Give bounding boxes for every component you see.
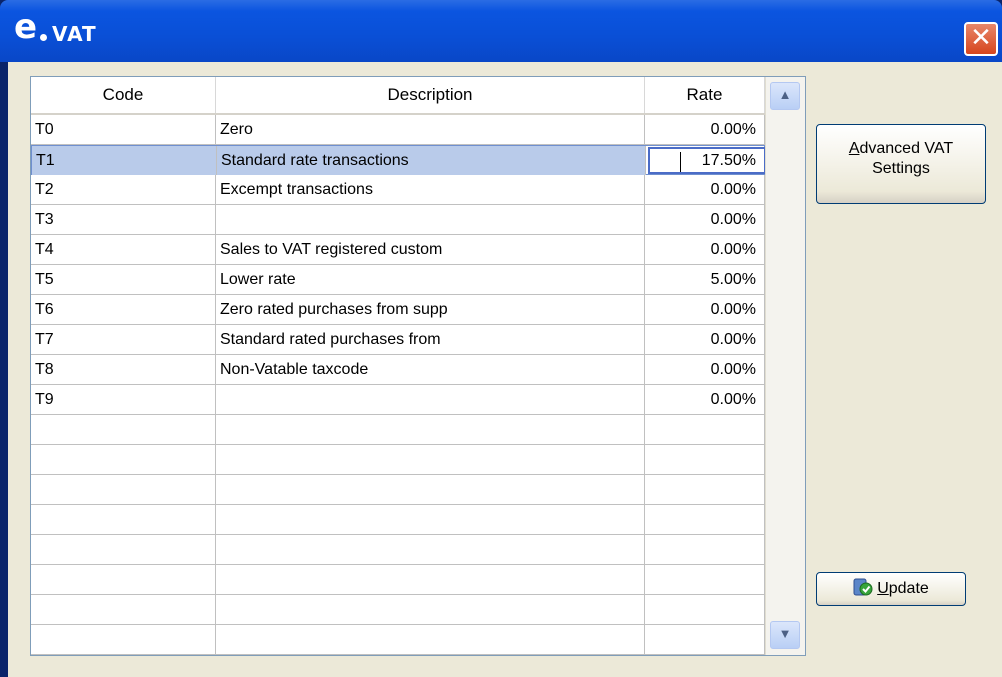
code-cell[interactable] xyxy=(31,505,216,534)
table-row[interactable]: T5 Lower rate 5.00% xyxy=(31,265,765,295)
empty-table-row[interactable] xyxy=(31,625,765,655)
code-cell[interactable]: T6 xyxy=(31,295,216,324)
code-cell[interactable]: T8 xyxy=(31,355,216,384)
table-row[interactable]: T6 Zero rated purchases from supp 0.00% xyxy=(31,295,765,325)
empty-table-row[interactable] xyxy=(31,565,765,595)
table-row[interactable]: T3 0.00% xyxy=(31,205,765,235)
scroll-up-button[interactable]: ▲ xyxy=(770,82,800,110)
code-cell[interactable]: T0 xyxy=(31,115,216,144)
table-row[interactable]: T4 Sales to VAT registered custom 0.00% xyxy=(31,235,765,265)
description-cell[interactable]: Excempt transactions xyxy=(216,175,645,204)
advanced-vat-settings-button[interactable]: Advanced VAT Settings xyxy=(816,124,986,204)
description-cell[interactable] xyxy=(216,445,645,474)
app-logo-icon: e xyxy=(14,10,50,50)
empty-table-row[interactable] xyxy=(31,535,765,565)
chevron-down-icon: ▼ xyxy=(778,626,792,641)
description-cell[interactable]: Standard rated purchases from xyxy=(216,325,645,354)
code-cell[interactable] xyxy=(31,475,216,504)
vat-window: e VAT ✕ Code Description Rate T0 Zero 0.00… xyxy=(0,0,1002,677)
code-cell[interactable]: T2 xyxy=(31,175,216,204)
code-cell[interactable]: T9 xyxy=(31,385,216,414)
description-cell[interactable] xyxy=(216,415,645,444)
title-bar[interactable]: e VAT ✕ xyxy=(0,0,1002,62)
table-row[interactable]: T7 Standard rated purchases from 0.00% xyxy=(31,325,765,355)
update-icon xyxy=(853,577,873,597)
empty-table-row[interactable] xyxy=(31,505,765,535)
table-row[interactable]: T1 Standard rate transactions 17.50% xyxy=(31,145,766,175)
close-button[interactable]: ✕ xyxy=(964,22,998,56)
description-cell[interactable] xyxy=(216,385,645,414)
code-cell[interactable] xyxy=(31,595,216,624)
rate-cell[interactable]: 0.00% xyxy=(645,115,765,144)
update-button[interactable]: Update xyxy=(816,572,966,606)
text-caret xyxy=(680,152,681,172)
description-cell[interactable]: Standard rate transactions xyxy=(217,146,646,175)
description-cell[interactable]: Sales to VAT registered custom xyxy=(216,235,645,264)
rate-cell[interactable]: 0.00% xyxy=(645,325,765,354)
column-header-code[interactable]: Code xyxy=(31,77,216,113)
chevron-up-icon: ▲ xyxy=(778,87,792,102)
rate-cell[interactable]: 0.00% xyxy=(645,295,765,324)
rate-cell[interactable]: 5.00% xyxy=(645,265,765,294)
rate-cell[interactable] xyxy=(645,415,765,444)
code-cell[interactable] xyxy=(31,415,216,444)
empty-table-row[interactable] xyxy=(31,445,765,475)
table-row[interactable]: T0 Zero 0.00% xyxy=(31,115,765,145)
code-cell[interactable] xyxy=(31,625,216,654)
rate-cell[interactable]: 0.00% xyxy=(645,385,765,414)
code-cell[interactable]: T5 xyxy=(31,265,216,294)
client-area: Code Description Rate T0 Zero 0.00% T1 Stand… xyxy=(8,62,1002,677)
rate-cell[interactable]: 0.00% xyxy=(645,235,765,264)
advanced-vat-label-line1: Advanced VAT xyxy=(848,140,954,157)
code-cell[interactable]: T3 xyxy=(31,205,216,234)
empty-table-row[interactable] xyxy=(31,415,765,445)
rate-edit-value: 17.50% xyxy=(701,152,756,169)
empty-table-row[interactable] xyxy=(31,475,765,505)
description-cell[interactable]: Zero xyxy=(216,115,645,144)
rate-cell[interactable] xyxy=(645,475,765,504)
rate-cell[interactable] xyxy=(645,565,765,594)
code-cell[interactable]: T4 xyxy=(31,235,216,264)
table-row[interactable]: T8 Non-Vatable taxcode 0.00% xyxy=(31,355,765,385)
code-cell[interactable]: T7 xyxy=(31,325,216,354)
description-cell[interactable] xyxy=(216,475,645,504)
rate-cell[interactable] xyxy=(645,595,765,624)
description-cell[interactable] xyxy=(216,505,645,534)
description-cell[interactable] xyxy=(216,595,645,624)
advanced-vat-label-line2: Settings xyxy=(872,160,930,177)
code-cell[interactable] xyxy=(31,535,216,564)
description-cell[interactable]: Zero rated purchases from supp xyxy=(216,295,645,324)
description-cell[interactable]: Lower rate xyxy=(216,265,645,294)
column-header-rate[interactable]: Rate xyxy=(645,77,765,113)
rate-cell[interactable]: 0.00% xyxy=(645,205,765,234)
table-row[interactable]: T2 Excempt transactions 0.00% xyxy=(31,175,765,205)
description-cell[interactable]: Non-Vatable taxcode xyxy=(216,355,645,384)
rate-cell[interactable]: 0.00% xyxy=(645,175,765,204)
rate-edit-input[interactable]: 17.50% xyxy=(648,147,766,174)
description-cell[interactable] xyxy=(216,535,645,564)
description-cell[interactable] xyxy=(216,625,645,654)
close-icon: ✕ xyxy=(970,23,992,53)
rate-cell[interactable] xyxy=(645,535,765,564)
empty-table-row[interactable] xyxy=(31,595,765,625)
rate-cell[interactable] xyxy=(645,445,765,474)
scroll-down-button[interactable]: ▼ xyxy=(770,621,800,649)
window-title: VAT xyxy=(52,22,97,46)
rate-cell[interactable] xyxy=(645,505,765,534)
vat-grid: Code Description Rate T0 Zero 0.00% T1 Stand… xyxy=(30,76,806,656)
rate-cell[interactable] xyxy=(645,625,765,654)
code-cell[interactable] xyxy=(31,445,216,474)
rate-cell[interactable]: 0.00% xyxy=(645,355,765,384)
code-cell[interactable] xyxy=(31,565,216,594)
grid-header: Code Description Rate xyxy=(31,77,765,115)
code-cell[interactable]: T1 xyxy=(32,146,217,175)
column-header-description[interactable]: Description xyxy=(216,77,645,113)
description-cell[interactable] xyxy=(216,205,645,234)
vertical-scrollbar[interactable]: ▲ ▼ xyxy=(765,77,805,655)
description-cell[interactable] xyxy=(216,565,645,594)
table-row[interactable]: T9 0.00% xyxy=(31,385,765,415)
